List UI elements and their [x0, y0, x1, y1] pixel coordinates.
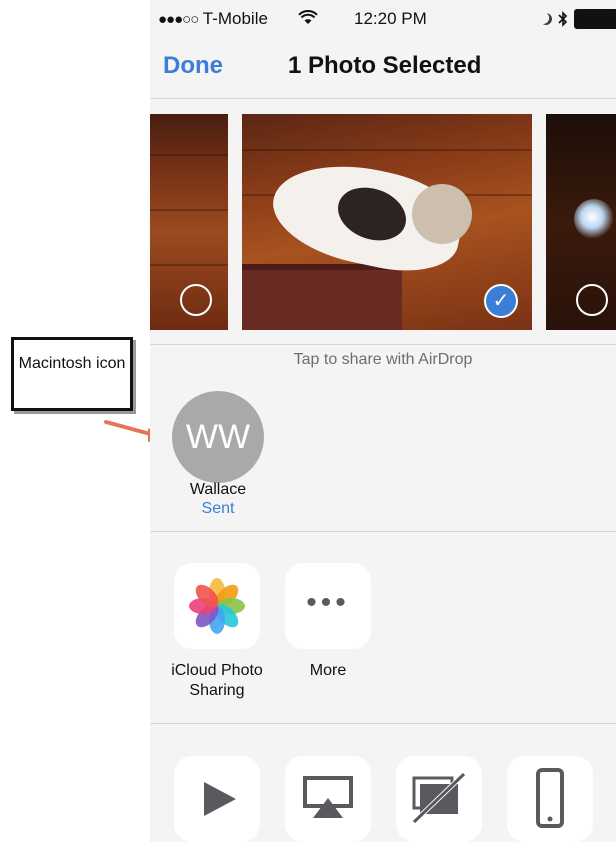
annotation-callout: Macintosh icon	[11, 337, 133, 411]
airdrop-contact-name: Wallace	[189, 481, 247, 498]
more-button[interactable]: •••	[285, 563, 371, 649]
status-time: 12:20 PM	[354, 9, 427, 28]
airdrop-hint: Tap to share with AirDrop	[293, 351, 473, 368]
select-circle-icon[interactable]	[180, 284, 212, 316]
share-app-label-more: More	[309, 662, 347, 679]
moon-icon	[538, 11, 553, 26]
slideshow-button[interactable]	[174, 756, 260, 842]
page-title: 1 Photo Selected	[288, 52, 482, 79]
hide-icon	[412, 772, 466, 824]
hide-button[interactable]	[396, 756, 482, 842]
signal-strength: ●●●○○	[158, 11, 199, 28]
select-circle-icon[interactable]	[576, 284, 608, 316]
share-app-label-icloud: iCloud Photo Sharing	[171, 662, 263, 699]
bluetooth-icon	[558, 11, 568, 27]
actions-row	[150, 756, 616, 842]
photo-thumbnail[interactable]	[546, 114, 616, 330]
done-button[interactable]: Done	[163, 52, 223, 80]
airdrop-contact-avatar[interactable]: WW	[172, 391, 264, 483]
airdrop-section: Tap to share with AirDrop WW Wallace Sen…	[150, 344, 616, 532]
airplay-icon	[303, 776, 353, 818]
share-apps-row: iCloud Photo Sharing ••• More	[150, 531, 616, 724]
photo-thumbnail[interactable]	[150, 114, 228, 330]
airdrop-status: Sent	[201, 500, 235, 517]
photos-icon[interactable]	[174, 563, 260, 649]
slideshow-icon	[204, 782, 236, 816]
nav-bar: Done 1 Photo Selected	[150, 38, 616, 99]
checkmark-icon[interactable]: ✓	[484, 284, 518, 318]
device-button[interactable]	[507, 756, 593, 842]
status-bar: ●●●○○ T-Mobile 12:20 PM	[150, 0, 616, 38]
photo-strip[interactable]: ✓	[150, 114, 616, 330]
wifi-icon	[298, 10, 318, 24]
airplay-button[interactable]	[285, 756, 371, 842]
share-sheet: ●●●○○ T-Mobile 12:20 PM Done 1 Photo Sel…	[150, 0, 616, 842]
annotation-text: Macintosh icon	[18, 355, 126, 372]
more-icon: •••	[306, 586, 350, 619]
device-icon	[536, 768, 564, 828]
battery-icon	[574, 9, 616, 29]
photo-thumbnail-selected[interactable]: ✓	[242, 114, 532, 330]
carrier-name: T-Mobile	[202, 9, 268, 28]
